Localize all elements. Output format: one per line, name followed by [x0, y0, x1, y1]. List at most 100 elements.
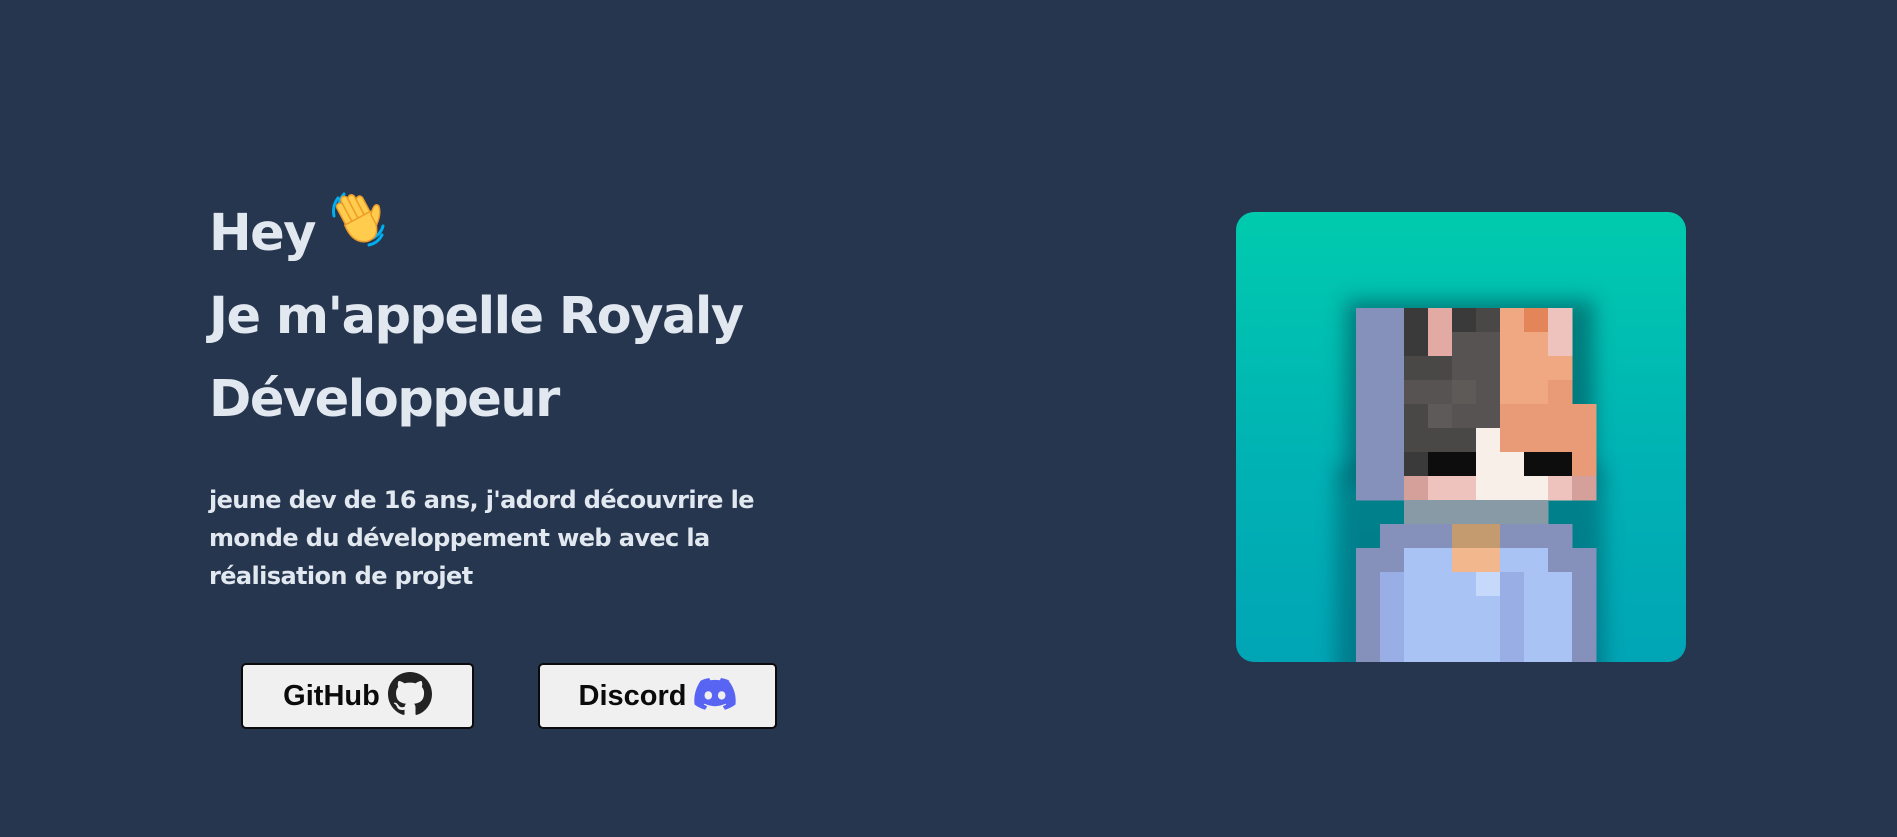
avatar-pixel: [1452, 644, 1477, 662]
avatar-pixel: [1452, 380, 1477, 405]
avatar-pixel: [1452, 548, 1477, 573]
avatar-pixel: [1548, 332, 1573, 357]
avatar-pixel: [1572, 644, 1597, 662]
avatar-pixel: [1428, 332, 1453, 357]
avatar-pixel: [1380, 644, 1405, 662]
avatar-pixel: [1476, 644, 1501, 662]
discord-button-label: Discord: [578, 679, 687, 712]
avatar-pixel: [1356, 548, 1381, 573]
avatar-pixel: [1548, 380, 1573, 405]
avatar-pixel: [1500, 476, 1525, 501]
avatar-pixel: [1380, 332, 1405, 357]
avatar-pixel: [1428, 452, 1453, 477]
avatar-pixel: [1524, 524, 1549, 549]
avatar-pixel: [1548, 596, 1573, 621]
avatar-pixel: [1524, 452, 1549, 477]
avatar-pixel: [1452, 596, 1477, 621]
avatar-pixel: [1548, 620, 1573, 645]
avatar-pixels: [1356, 308, 1597, 662]
avatar-pixel: [1476, 620, 1501, 645]
avatar-pixel: [1380, 428, 1405, 453]
avatar-pixel: [1404, 356, 1429, 381]
avatar-pixel: [1404, 380, 1429, 405]
avatar-pixel: [1428, 620, 1453, 645]
github-icon: [387, 672, 432, 720]
avatar-pixel: [1356, 644, 1381, 662]
avatar-pixel: [1476, 548, 1501, 573]
avatar-pixel: [1356, 404, 1381, 429]
avatar-pixel: [1356, 380, 1381, 405]
avatar-card: [1236, 212, 1686, 662]
avatar-pixel: [1380, 548, 1405, 573]
avatar-pixel: [1380, 476, 1405, 501]
avatar-pixel: [1404, 644, 1429, 662]
avatar-pixel: [1452, 524, 1477, 549]
avatar-pixel: [1380, 596, 1405, 621]
avatar-pixel: [1524, 332, 1549, 357]
avatar-pixel: [1572, 452, 1597, 477]
avatar-pixel: [1548, 524, 1573, 549]
avatar-pixel: [1572, 596, 1597, 621]
avatar-pixel: [1500, 620, 1525, 645]
avatar-pixel: [1548, 476, 1573, 501]
avatar-pixel: [1524, 308, 1549, 333]
avatar-pixel: [1548, 356, 1573, 381]
avatar-pixel: [1548, 644, 1573, 662]
avatar-pixel: [1428, 596, 1453, 621]
avatar-pixel: [1356, 356, 1381, 381]
avatar-pixel: [1524, 596, 1549, 621]
avatar-pixel: [1404, 596, 1429, 621]
avatar-pixel: [1572, 572, 1597, 597]
greeting-line: Hey: [209, 192, 829, 275]
avatar-pixel: [1524, 380, 1549, 405]
avatar-pixel: [1500, 452, 1525, 477]
avatar-pixel: [1476, 476, 1501, 501]
avatar-pixel: [1500, 428, 1525, 453]
avatar-pixel: [1524, 428, 1549, 453]
github-button-label: GitHub: [283, 679, 380, 712]
avatar-pixel: [1404, 476, 1429, 501]
avatar-pixel: [1428, 428, 1453, 453]
avatar-pixel: [1500, 548, 1525, 573]
avatar-pixel: [1452, 500, 1477, 525]
avatar-pixel: [1380, 404, 1405, 429]
avatar-pixel: [1428, 380, 1453, 405]
avatar-pixel: [1404, 428, 1429, 453]
avatar-pixel: [1428, 476, 1453, 501]
avatar-pixel: [1452, 572, 1477, 597]
avatar-pixel: [1500, 524, 1525, 549]
avatar-pixel: [1380, 452, 1405, 477]
discord-button[interactable]: Discord: [538, 663, 777, 729]
avatar-pixel: [1452, 620, 1477, 645]
avatar-pixel: [1428, 356, 1453, 381]
avatar-pixel: [1404, 548, 1429, 573]
avatar-pixel: [1524, 620, 1549, 645]
avatar-pixel: [1500, 572, 1525, 597]
avatar-pixel: [1476, 452, 1501, 477]
avatar-pixel: [1548, 404, 1573, 429]
avatar-pixel: [1500, 332, 1525, 357]
avatar-pixel: [1476, 332, 1501, 357]
avatar-pixel: [1476, 524, 1501, 549]
avatar-pixel: [1572, 428, 1597, 453]
avatar-pixel: [1500, 500, 1525, 525]
avatar-pixel: [1380, 380, 1405, 405]
avatar-pixel: [1356, 308, 1381, 333]
avatar-pixel: [1380, 524, 1405, 549]
avatar-pixel: [1452, 332, 1477, 357]
avatar-pixel: [1572, 476, 1597, 501]
hero-headline: Hey Je m'appelle Royaly Développeur: [209, 192, 829, 441]
avatar-pixel: [1500, 644, 1525, 662]
name-line: Je m'appelle Royaly: [209, 287, 744, 346]
avatar-pixel: [1404, 500, 1429, 525]
avatar-pixel: [1548, 452, 1573, 477]
avatar-pixel: [1476, 380, 1501, 405]
avatar-pixel: [1356, 620, 1381, 645]
avatar-pixel: [1404, 308, 1429, 333]
avatar-pixel: [1476, 500, 1501, 525]
avatar-pixel: [1404, 452, 1429, 477]
avatar-pixel: [1452, 308, 1477, 333]
role-line: Développeur: [209, 370, 560, 429]
avatar-pixel: [1452, 452, 1477, 477]
github-button[interactable]: GitHub: [241, 663, 474, 729]
